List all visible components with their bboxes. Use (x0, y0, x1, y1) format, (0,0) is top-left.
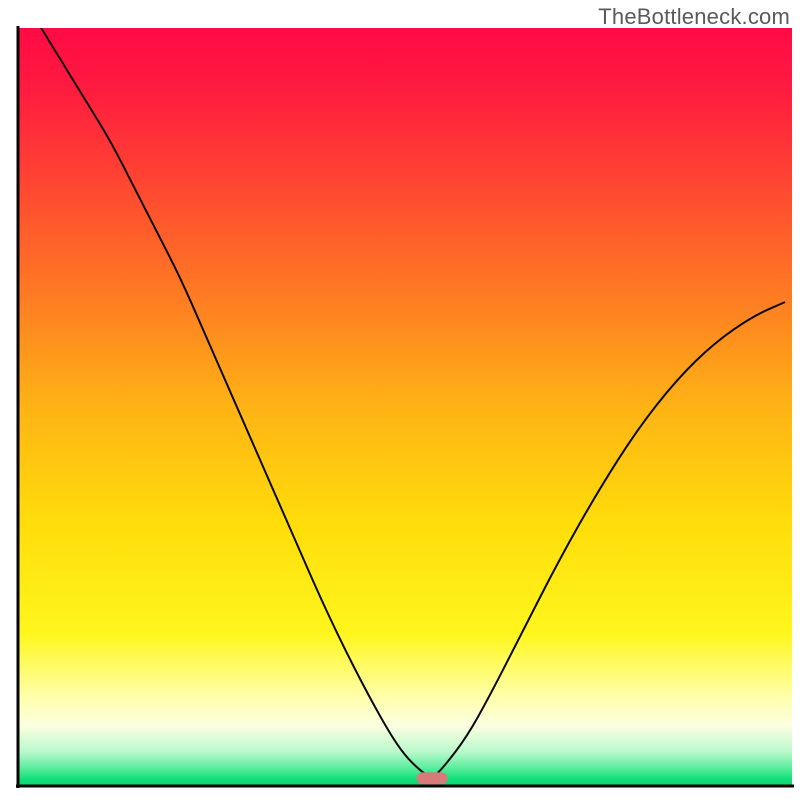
optimum-marker (417, 772, 448, 784)
plot-area (18, 28, 792, 786)
chart-svg (0, 0, 800, 800)
chart-canvas: TheBottleneck.com (0, 0, 800, 800)
watermark-text: TheBottleneck.com (598, 4, 790, 30)
gradient-background (18, 28, 792, 786)
